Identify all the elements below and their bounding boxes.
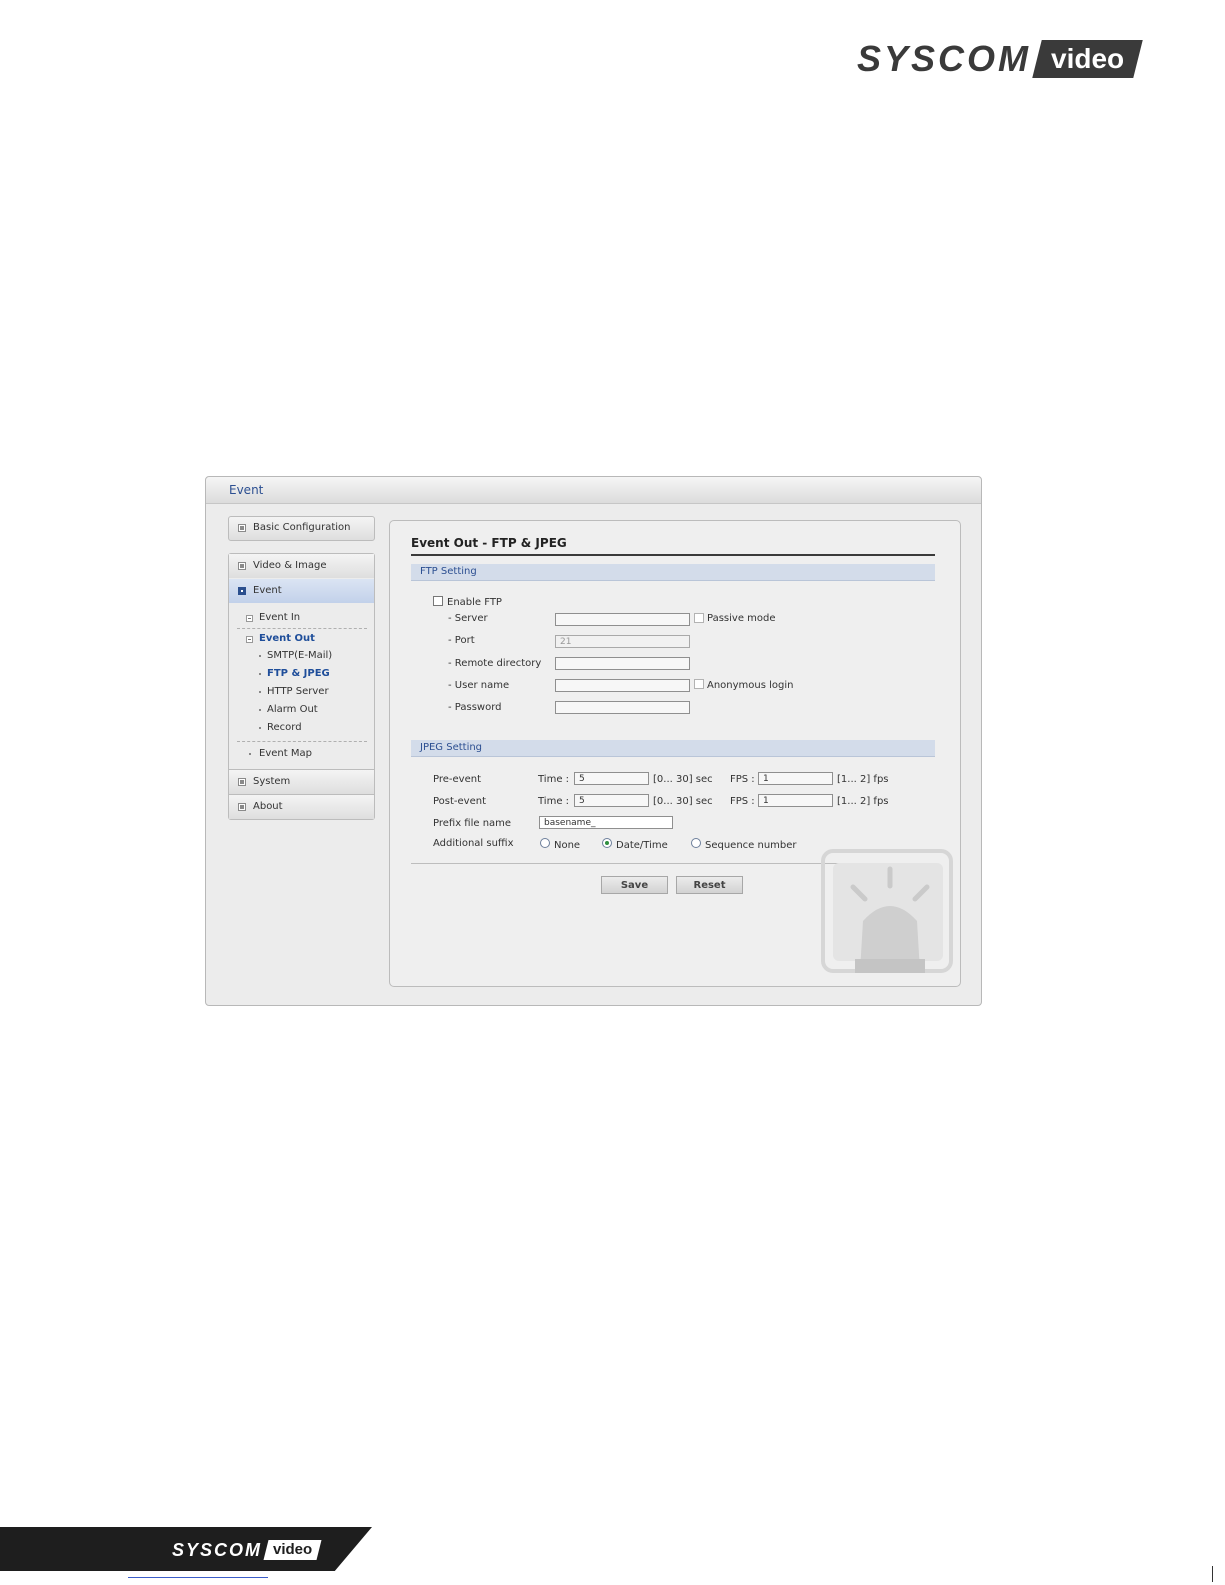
sidebar-item-event-map[interactable]: Event Map [259, 748, 312, 759]
user-name-input[interactable] [555, 679, 690, 692]
logo-word: SYSCOM [172, 1539, 263, 1560]
pre-event-fps-input[interactable]: 1 [758, 772, 833, 785]
sidebar-item-label: Basic Configuration [253, 522, 351, 533]
event-window: Event Basic Configuration Video & Image … [205, 476, 982, 1006]
sidebar-menu-group: Video & Image Event Event In Event Out S… [228, 553, 375, 820]
pre-fps-label: FPS : [730, 774, 755, 785]
sidebar-item-alarm-out[interactable]: Alarm Out [267, 704, 318, 715]
suffix-none-label: None [554, 840, 581, 851]
sidebar-item-system[interactable]: System [229, 769, 374, 794]
sidebar-item-record[interactable]: Record [267, 722, 302, 733]
expand-icon [238, 524, 246, 532]
logo-tag: video [1032, 40, 1143, 78]
remote-directory-input[interactable] [555, 657, 690, 670]
ftp-setting-header: FTP Setting [411, 564, 935, 581]
prefix-file-name-input[interactable]: basename_ [539, 816, 673, 829]
bullet-icon [259, 709, 261, 711]
reset-button[interactable]: Reset [676, 876, 743, 894]
post-event-time-input[interactable]: 5 [574, 794, 649, 807]
suffix-none-radio[interactable] [540, 838, 550, 848]
jpeg-setting-header: JPEG Setting [411, 740, 935, 757]
pre-fps-range: [1... 2] fps [837, 774, 889, 785]
sidebar-item-label: Video & Image [253, 560, 327, 571]
enable-ftp-checkbox[interactable] [433, 596, 443, 606]
passive-mode-checkbox[interactable] [694, 613, 704, 623]
post-event-fps-input[interactable]: 1 [758, 794, 833, 807]
server-input[interactable] [555, 613, 690, 626]
expand-icon [238, 803, 246, 811]
content-panel: Event Out - FTP & JPEG FTP Setting Enabl… [389, 520, 961, 987]
remote-directory-label: - Remote directory [448, 658, 542, 669]
sidebar-item-event-out[interactable]: Event Out [259, 633, 315, 644]
save-button[interactable]: Save [601, 876, 668, 894]
bullet-icon [259, 655, 261, 657]
sidebar-item-video-image[interactable]: Video & Image [229, 554, 374, 578]
logo-word: SYSCOM [857, 38, 1032, 79]
footer-syscom-video-logo: SYSCOM video [172, 1538, 322, 1562]
enable-ftp-label: Enable FTP [447, 597, 502, 608]
sidebar-item-basic-configuration[interactable]: Basic Configuration [228, 516, 375, 541]
sidebar-item-event-in[interactable]: Event In [259, 612, 300, 623]
server-label: - Server [448, 613, 488, 624]
window-title: Event [229, 483, 264, 497]
sidebar-item-label: About [253, 801, 283, 812]
sidebar-item-label: Event [253, 585, 282, 596]
sidebar-item-about[interactable]: About [229, 794, 374, 819]
port-input[interactable]: 21 [555, 635, 690, 648]
post-fps-label: FPS : [730, 796, 755, 807]
post-time-label: Time : [538, 796, 570, 807]
pre-event-label: Pre-event [433, 774, 481, 785]
alarm-light-icon [821, 849, 953, 973]
passive-mode-label: Passive mode [707, 613, 776, 624]
sidebar-item-smtp[interactable]: SMTP(E-Mail) [267, 650, 332, 661]
post-event-label: Post-event [433, 796, 487, 807]
window-header: Event [206, 477, 981, 504]
additional-suffix-label: Additional suffix [433, 838, 514, 849]
sidebar-item-http-server[interactable]: HTTP Server [267, 686, 329, 697]
pre-time-label: Time : [538, 774, 570, 785]
tree-collapse-icon [246, 636, 253, 643]
prefix-file-name-label: Prefix file name [433, 818, 512, 829]
expand-icon [238, 778, 246, 786]
post-time-range: [0... 30] sec [653, 796, 713, 807]
bullet-icon [259, 691, 261, 693]
port-label: - Port [448, 635, 475, 646]
section-title: FTP Setting [420, 566, 477, 577]
sidebar-item-label: System [253, 776, 291, 787]
password-input[interactable] [555, 701, 690, 714]
title-underline [411, 554, 935, 556]
divider [237, 741, 367, 742]
bullet-icon [249, 753, 251, 755]
sidebar-item-event[interactable]: Event [229, 579, 374, 603]
suffix-sequence-label: Sequence number [705, 840, 797, 851]
bullet-icon [259, 673, 261, 675]
pre-time-range: [0... 30] sec [653, 774, 713, 785]
suffix-datetime-radio[interactable] [602, 838, 612, 848]
page-edge-mark [1212, 1566, 1213, 1582]
section-title: JPEG Setting [420, 742, 483, 753]
suffix-datetime-label: Date/Time [616, 840, 668, 851]
sidebar-item-ftp-jpeg[interactable]: FTP & JPEG [267, 668, 330, 679]
tree-expand-icon [246, 615, 253, 622]
user-name-label: - User name [448, 680, 510, 691]
logo-tag: video [263, 1540, 322, 1560]
anonymous-login-label: Anonymous login [707, 680, 794, 691]
pre-event-time-input[interactable]: 5 [574, 772, 649, 785]
bullet-icon [259, 727, 261, 729]
anonymous-login-checkbox[interactable] [694, 679, 704, 689]
footer-link-underline [128, 1577, 268, 1578]
password-label: - Password [448, 702, 502, 713]
collapse-icon [238, 587, 246, 595]
syscom-video-logo: SYSCOM video [857, 38, 1143, 79]
suffix-sequence-radio[interactable] [691, 838, 701, 848]
divider [237, 628, 367, 629]
expand-icon [238, 562, 246, 570]
post-fps-range: [1... 2] fps [837, 796, 889, 807]
page-title: Event Out - FTP & JPEG [411, 536, 567, 550]
